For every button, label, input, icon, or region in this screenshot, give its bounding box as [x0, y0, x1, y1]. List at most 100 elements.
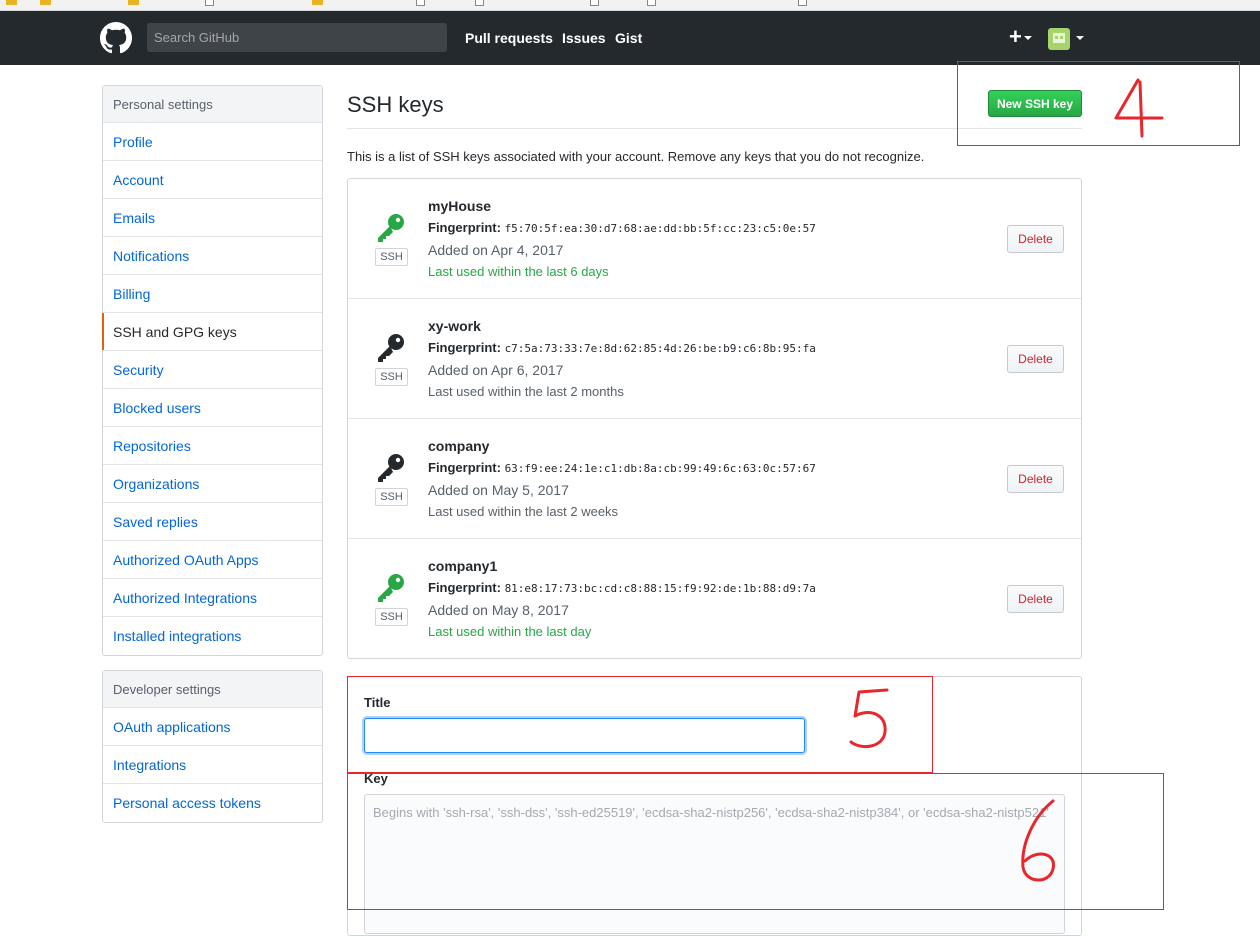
developer-settings-menu: Developer settings OAuth applications In…: [102, 670, 323, 823]
sidebar-item-authorized-oauth-apps[interactable]: Authorized OAuth Apps: [103, 541, 322, 579]
key-last-used: Last used within the last 6 days: [428, 264, 609, 279]
avatar-chevron-down-icon[interactable]: [1076, 36, 1084, 40]
key-title: xy-work: [428, 318, 481, 334]
delete-key-button[interactable]: Delete: [1007, 225, 1064, 253]
site-header: Pull requests Issues Gist +: [0, 11, 1260, 65]
ssh-key-row: SSH xy-work Fingerprint: c7:5a:73:33:7e:…: [348, 299, 1081, 419]
ssh-key-row: SSH company Fingerprint: 63:f9:ee:24:1e:…: [348, 419, 1081, 539]
bookmark-item[interactable]: [590, 0, 602, 7]
sidebar-item-repositories[interactable]: Repositories: [103, 427, 322, 465]
fingerprint-value: c7:5a:73:33:7e:8d:62:85:4d:26:be:b9:c6:8…: [504, 342, 816, 355]
developer-settings-heading: Developer settings: [103, 671, 322, 708]
annotation-number-5: 5: [845, 683, 889, 749]
sidebar-item-organizations[interactable]: Organizations: [103, 465, 322, 503]
avatar[interactable]: [1048, 28, 1070, 50]
key-icon: [378, 574, 404, 602]
fingerprint-label: Fingerprint:: [428, 220, 501, 235]
sidebar-item-billing[interactable]: Billing: [103, 275, 322, 313]
sidebar-item-security[interactable]: Security: [103, 351, 322, 389]
page-title: SSH keys: [347, 92, 444, 117]
annotation-label: 6: [1015, 796, 1016, 798]
nav-gist[interactable]: Gist: [615, 30, 642, 46]
key-added-date: Added on Apr 6, 2017: [428, 362, 564, 378]
sidebar-item-personal-access-tokens[interactable]: Personal access tokens: [103, 784, 322, 822]
delete-key-button[interactable]: Delete: [1007, 465, 1064, 493]
key-added-date: Added on May 5, 2017: [428, 482, 569, 498]
plus-icon: +: [1009, 24, 1022, 49]
key-last-used: Last used within the last day: [428, 624, 592, 639]
github-logo-icon[interactable]: [100, 22, 132, 54]
ssh-key-row: SSH company1 Fingerprint: 81:e8:17:73:bc…: [348, 539, 1081, 659]
bookmark-item[interactable]: [312, 0, 326, 7]
bookmark-item[interactable]: [798, 0, 810, 7]
nav-issues[interactable]: Issues: [562, 30, 606, 46]
page-icon: [205, 0, 214, 6]
key-title: company: [428, 438, 490, 454]
folder-icon: [128, 0, 139, 6]
page-icon: [475, 0, 484, 6]
sidebar-item-blocked-users[interactable]: Blocked users: [103, 389, 322, 427]
key-fingerprint: Fingerprint: 63:f9:ee:24:1e:c1:db:8a:cb:…: [428, 460, 816, 475]
delete-key-button[interactable]: Delete: [1007, 345, 1064, 373]
sidebar-item-notifications[interactable]: Notifications: [103, 237, 322, 275]
ssh-badge: SSH: [375, 368, 408, 386]
bookmark-item[interactable]: [128, 0, 142, 7]
fingerprint-value: 63:f9:ee:24:1e:c1:db:8a:cb:99:49:6c:63:0…: [504, 462, 816, 475]
nav-pull-requests[interactable]: Pull requests: [465, 30, 553, 46]
sidebar-item-ssh-gpg-keys[interactable]: SSH and GPG keys: [102, 313, 322, 351]
personal-settings-menu: Personal settings Profile Account Emails…: [102, 85, 323, 656]
sidebar-item-authorized-integrations[interactable]: Authorized Integrations: [103, 579, 322, 617]
key-title: company1: [428, 558, 498, 574]
key-added-date: Added on Apr 4, 2017: [428, 242, 564, 258]
personal-settings-heading: Personal settings: [103, 86, 322, 123]
chevron-down-icon: [1023, 36, 1032, 41]
intro-text: This is a list of SSH keys associated wi…: [347, 149, 925, 164]
fingerprint-label: Fingerprint:: [428, 460, 501, 475]
annotation-label: 5: [845, 683, 846, 685]
bookmark-item[interactable]: [416, 0, 428, 7]
fingerprint-label: Fingerprint:: [428, 340, 501, 355]
annotation-box-4: [957, 61, 1240, 146]
fingerprint-value: 81:e8:17:73:bc:cd:c8:88:15:f9:92:de:1b:8…: [504, 582, 816, 595]
sidebar-item-installed-integrations[interactable]: Installed integrations: [103, 617, 322, 655]
bookmark-item[interactable]: [205, 0, 217, 7]
key-added-date: Added on May 8, 2017: [428, 602, 569, 618]
bookmark-item[interactable]: [475, 0, 487, 7]
annotation-label: 4: [1110, 75, 1111, 77]
page-icon: [416, 0, 425, 6]
page-icon: [647, 0, 656, 6]
sidebar-item-integrations[interactable]: Integrations: [103, 746, 322, 784]
key-last-used: Last used within the last 2 months: [428, 384, 624, 399]
browser-bookmarks-bar: [0, 0, 1260, 11]
sidebar-item-account[interactable]: Account: [103, 161, 322, 199]
folder-icon: [6, 0, 17, 6]
annotation-number-6: 6: [1015, 796, 1055, 882]
ssh-badge: SSH: [375, 608, 408, 626]
key-icon: [378, 214, 404, 242]
create-new-dropdown[interactable]: +: [1009, 25, 1032, 49]
fingerprint-value: f5:70:5f:ea:30:d7:68:ae:dd:bb:5f:cc:23:c…: [504, 222, 816, 235]
sidebar-item-saved-replies[interactable]: Saved replies: [103, 503, 322, 541]
sidebar-item-emails[interactable]: Emails: [103, 199, 322, 237]
key-fingerprint: Fingerprint: 81:e8:17:73:bc:cd:c8:88:15:…: [428, 580, 816, 595]
ssh-badge: SSH: [375, 248, 408, 266]
key-icon: [378, 454, 404, 482]
sidebar-item-profile[interactable]: Profile: [103, 123, 322, 161]
sidebar-item-oauth-applications[interactable]: OAuth applications: [103, 708, 322, 746]
page-icon: [798, 0, 807, 6]
annotation-number-4: 4: [1110, 75, 1164, 138]
bookmark-item[interactable]: [647, 0, 659, 7]
fingerprint-label: Fingerprint:: [428, 580, 501, 595]
ssh-keys-list: SSH myHouse Fingerprint: f5:70:5f:ea:30:…: [347, 178, 1082, 659]
search-input[interactable]: [147, 23, 447, 52]
bookmark-item[interactable]: [6, 0, 20, 7]
ssh-badge: SSH: [375, 488, 408, 506]
delete-key-button[interactable]: Delete: [1007, 585, 1064, 613]
bookmark-item[interactable]: [40, 0, 54, 7]
identicon-icon: [1053, 33, 1065, 43]
key-title: myHouse: [428, 198, 492, 214]
page-icon: [590, 0, 599, 6]
key-fingerprint: Fingerprint: f5:70:5f:ea:30:d7:68:ae:dd:…: [428, 220, 816, 235]
folder-icon: [40, 0, 51, 6]
ssh-key-row: SSH myHouse Fingerprint: f5:70:5f:ea:30:…: [348, 179, 1081, 299]
